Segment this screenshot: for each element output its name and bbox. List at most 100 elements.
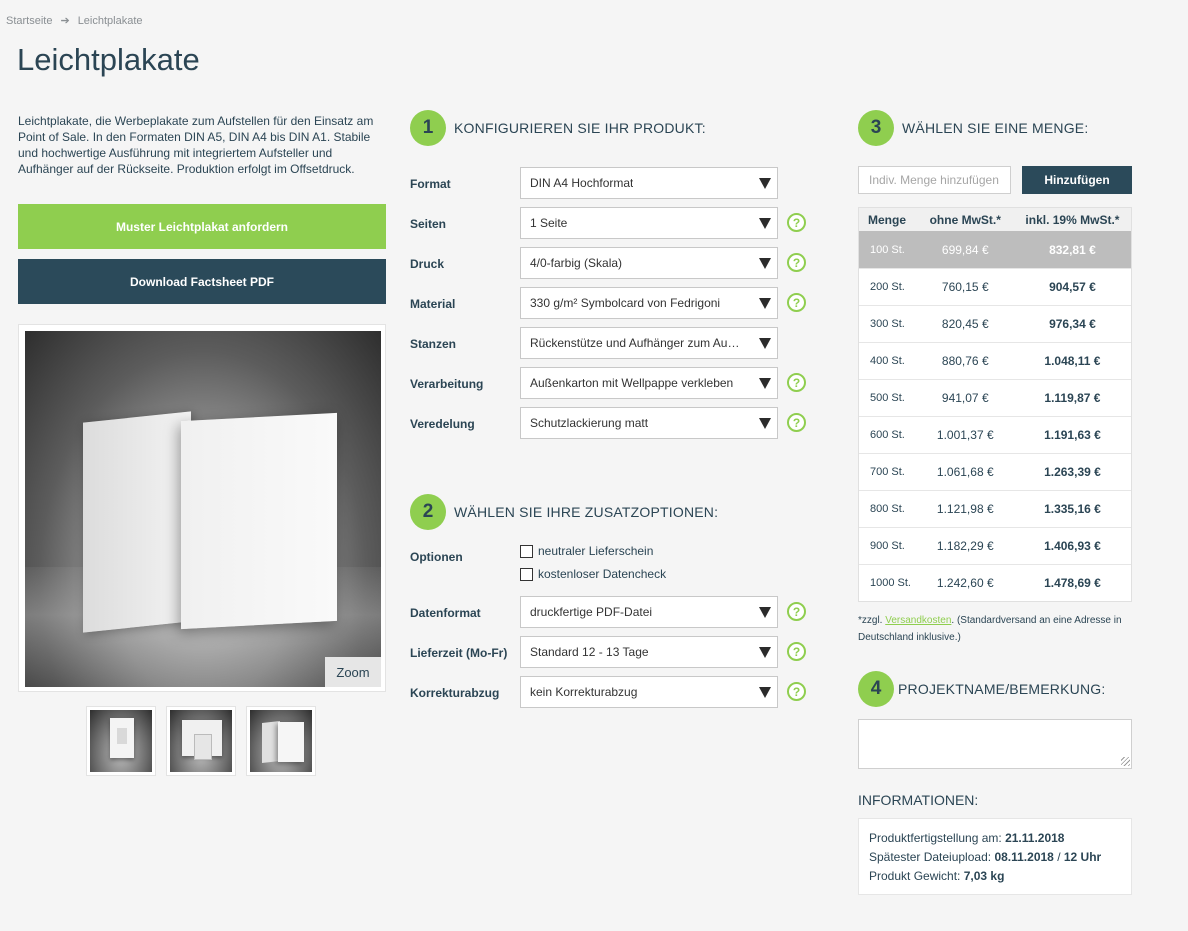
project-name-textarea[interactable]	[858, 719, 1132, 769]
field-label-lieferzeit-mo-fr: Lieferzeit (Mo-Fr)	[410, 646, 508, 660]
checkbox[interactable]	[520, 567, 533, 581]
price-row[interactable]: 800 St. 1.121,98 € 1.335,16 €	[859, 490, 1131, 527]
thumbnail-shape	[110, 718, 134, 758]
thumbnail-image	[250, 710, 312, 772]
select-lieferzeit-mo-fr[interactable]: Standard 12 - 13 Tage	[520, 636, 778, 668]
price-row[interactable]: 600 St. 1.001,37 € 1.191,63 €	[859, 416, 1131, 453]
poster-panel-back	[83, 411, 191, 633]
zoom-button[interactable]: Zoom	[325, 657, 381, 687]
price-row[interactable]: 500 St. 941,07 € 1.119,87 €	[859, 379, 1131, 416]
shipping-footnote: *zzgl. Versandkosten. (Standardversand a…	[858, 612, 1134, 646]
quantity-cell: 400 St.	[870, 355, 905, 367]
caret-down-icon	[759, 647, 771, 658]
gross-price-cell: 976,34 €	[1049, 317, 1096, 331]
select-datenformat[interactable]: druckfertige PDF-Datei	[520, 596, 778, 628]
request-sample-button[interactable]: Muster Leichtplakat anfordern	[18, 204, 386, 249]
option-neutral-delivery-note[interactable]: neutraler Lieferschein	[520, 544, 653, 558]
help-icon[interactable]: ?	[787, 253, 806, 272]
checkbox-label: neutraler Lieferschein	[538, 544, 654, 558]
step-4-title: PROJEKTNAME/BEMERKUNG:	[898, 681, 1106, 697]
quantity-cell: 300 St.	[870, 318, 905, 330]
quantity-cell: 700 St.	[870, 466, 905, 478]
options-label: Optionen	[410, 550, 463, 564]
info-separator: /	[1057, 850, 1061, 864]
select-value: Rückenstütze und Aufhänger zum Aus…	[530, 336, 745, 350]
caret-down-icon	[759, 378, 771, 389]
price-row[interactable]: 100 St. 699,84 € 832,81 €	[859, 231, 1131, 268]
product-image[interactable]: Zoom	[25, 331, 381, 687]
select-value: Standard 12 - 13 Tage	[530, 645, 649, 659]
product-description: Leichtplakate, die Werbeplakate zum Aufs…	[18, 114, 374, 176]
column-header-quantity: Menge	[868, 212, 907, 227]
breadcrumb-current: Leichtplakate	[77, 14, 143, 27]
price-row[interactable]: 900 St. 1.182,29 € 1.406,93 €	[859, 527, 1131, 564]
price-row[interactable]: 200 St. 760,15 € 904,57 €	[859, 268, 1131, 305]
gross-price-cell: 1.263,39 €	[1044, 465, 1101, 479]
select-format[interactable]: DIN A4 Hochformat	[520, 167, 778, 199]
gross-price-cell: 1.406,93 €	[1044, 539, 1101, 553]
price-row[interactable]: 400 St. 880,76 € 1.048,11 €	[859, 342, 1131, 379]
help-icon[interactable]: ?	[787, 293, 806, 312]
price-row[interactable]: 300 St. 820,45 € 976,34 €	[859, 305, 1131, 342]
select-value: DIN A4 Hochformat	[530, 176, 634, 190]
net-price-cell: 1.121,98 €	[936, 502, 994, 516]
gross-price-cell: 1.048,11 €	[1044, 354, 1101, 368]
shipping-costs-link[interactable]: Versandkosten	[885, 615, 951, 626]
caret-down-icon	[759, 338, 771, 349]
select-druck[interactable]: 4/0-farbig (Skala)	[520, 247, 778, 279]
net-price-cell: 699,84 €	[941, 242, 989, 257]
breadcrumb-home-link[interactable]: Startseite	[6, 15, 52, 27]
select-value: 4/0-farbig (Skala)	[530, 256, 623, 270]
checkbox[interactable]	[520, 544, 533, 558]
step-3-badge: 3	[858, 110, 894, 146]
info-label: Produktfertigstellung am:	[869, 831, 1002, 845]
net-price-cell: 880,76 €	[941, 354, 989, 368]
quantity-cell: 1000 St.	[870, 577, 911, 589]
product-image-frame: Zoom	[18, 324, 386, 692]
info-product-weight: Produkt Gewicht: 7,03 kg	[869, 867, 1121, 886]
help-icon[interactable]: ?	[787, 602, 806, 621]
select-material[interactable]: 330 g/m² Symbolcard von Fedrigoni	[520, 287, 778, 319]
info-completion-date: Produktfertigstellung am: 21.11.2018	[869, 829, 1121, 848]
thumbnail-shape	[278, 722, 304, 762]
download-factsheet-button[interactable]: Download Factsheet PDF	[18, 259, 386, 304]
caret-down-icon	[759, 687, 771, 698]
thumbnail-1[interactable]	[86, 706, 156, 776]
help-icon[interactable]: ?	[787, 373, 806, 392]
poster-panel-front	[181, 412, 337, 630]
price-row[interactable]: 700 St. 1.061,68 € 1.263,39 €	[859, 453, 1131, 490]
quantity-cell: 900 St.	[870, 540, 905, 552]
select-seiten[interactable]: 1 Seite	[520, 207, 778, 239]
help-icon[interactable]: ?	[787, 413, 806, 432]
net-price-cell: 820,45 €	[941, 317, 989, 331]
price-row[interactable]: 1000 St. 1.242,60 € 1.478,69 €	[859, 564, 1131, 601]
quantity-cell: 100 St.	[870, 243, 905, 256]
select-value: 1 Seite	[530, 216, 568, 230]
info-label: Produkt Gewicht:	[869, 869, 961, 883]
custom-quantity-input[interactable]	[858, 166, 1011, 194]
select-value: kein Korrekturabzug	[530, 685, 638, 699]
information-title: INFORMATIONEN:	[858, 792, 979, 808]
net-price-cell: 1.061,68 €	[936, 465, 994, 479]
select-verarbeitung[interactable]: Außenkarton mit Wellpappe verkleben	[520, 367, 778, 399]
gross-price-cell: 904,57 €	[1049, 280, 1096, 294]
select-stanzen[interactable]: Rückenstütze und Aufhänger zum Aus…	[520, 327, 778, 359]
resize-handle-icon[interactable]	[1121, 757, 1130, 766]
arrow-right-icon: ➔	[60, 15, 70, 27]
thumbnail-3[interactable]	[246, 706, 316, 776]
help-icon[interactable]: ?	[787, 213, 806, 232]
help-icon[interactable]: ?	[787, 642, 806, 661]
select-veredelung[interactable]: Schutzlackierung matt	[520, 407, 778, 439]
net-price-cell: 941,07 €	[941, 391, 989, 405]
help-icon[interactable]: ?	[787, 682, 806, 701]
option-free-data-check[interactable]: kostenloser Datencheck	[520, 567, 666, 581]
add-quantity-button[interactable]: Hinzufügen	[1022, 166, 1132, 194]
select-value: Schutzlackierung matt	[530, 416, 649, 430]
select-value: Außenkarton mit Wellpappe verkleben	[530, 376, 734, 390]
gross-price-cell: 1.335,16 €	[1044, 502, 1101, 516]
select-korrekturabzug[interactable]: kein Korrekturabzug	[520, 676, 778, 708]
field-label-verarbeitung: Verarbeitung	[410, 377, 484, 391]
quantity-cell: 200 St.	[870, 281, 905, 293]
step-2-title: WÄHLEN SIE IHRE ZUSATZOPTIONEN:	[454, 504, 719, 520]
thumbnail-2[interactable]	[166, 706, 236, 776]
